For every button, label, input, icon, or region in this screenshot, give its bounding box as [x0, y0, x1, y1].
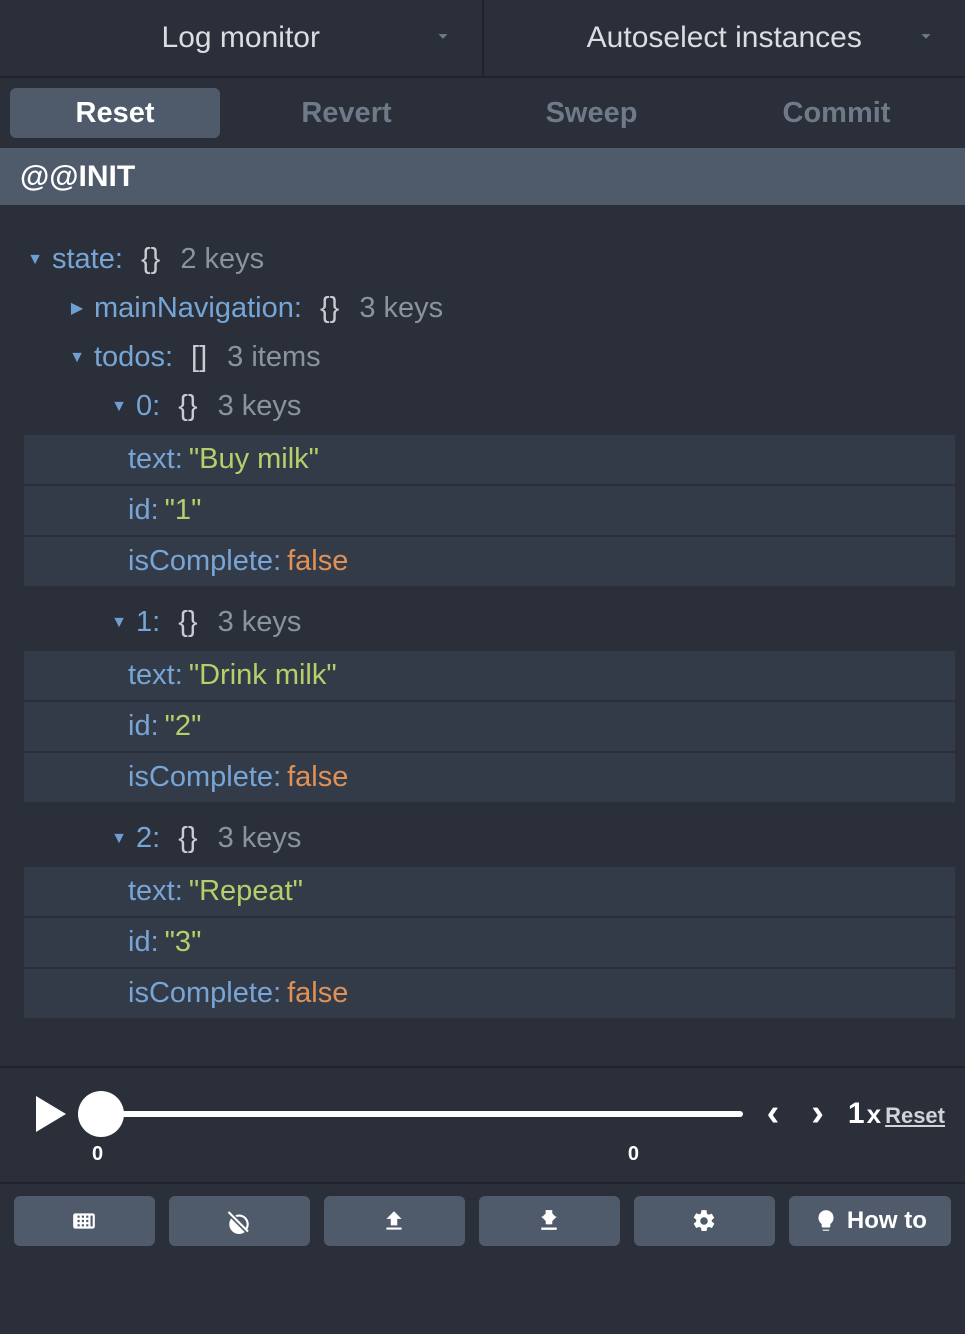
tree-node-todo-item[interactable]: 0:{}3 keys [24, 382, 955, 431]
upload-icon [381, 1208, 407, 1234]
tree-value: false [287, 537, 348, 586]
tree-brace: {} [178, 814, 197, 863]
tree-brace: {} [320, 284, 339, 333]
tree-leaf[interactable]: text: "Drink milk" [24, 651, 955, 700]
tree-leaf[interactable]: id: "2" [24, 702, 955, 751]
timer-off-button[interactable] [169, 1196, 310, 1246]
expand-icon[interactable] [108, 598, 130, 647]
tree-key: 2 [136, 814, 152, 863]
tree-value: "3" [165, 918, 202, 967]
bottom-toolbar: How to [0, 1182, 965, 1258]
tree-key: todos [94, 333, 165, 382]
tree-leaf[interactable]: text: "Repeat" [24, 867, 955, 916]
tree-leaf[interactable]: isComplete: false [24, 969, 955, 1018]
playback-speed[interactable]: 1 x Reset [848, 1097, 945, 1131]
instance-select-label: Autoselect instances [587, 21, 862, 55]
tree-meta: 3 items [227, 333, 320, 382]
commit-button[interactable]: Commit [714, 88, 959, 138]
reset-button[interactable]: Reset [10, 88, 220, 138]
settings-button[interactable] [634, 1196, 775, 1246]
tree-key: text [128, 435, 175, 484]
download-button[interactable] [479, 1196, 620, 1246]
chevron-down-icon [915, 21, 937, 55]
tree-leaf[interactable]: id: "1" [24, 486, 955, 535]
tree-node-todos[interactable]: todos: [] 3 items [24, 333, 955, 382]
sweep-button[interactable]: Sweep [469, 88, 714, 138]
tree-brace: {} [178, 382, 197, 431]
speed-unit: x [867, 1099, 881, 1130]
timeline: ‹ › 1 x Reset [0, 1066, 965, 1139]
expand-icon[interactable] [24, 235, 46, 284]
tree-key: text [128, 867, 175, 916]
tree-meta: 3 keys [218, 598, 302, 647]
action-title[interactable]: @@INIT [0, 148, 965, 205]
play-icon[interactable] [36, 1096, 66, 1132]
upload-button[interactable] [324, 1196, 465, 1246]
tree-key: state [52, 235, 115, 284]
tree-key: text [128, 651, 175, 700]
tree-value: "Drink milk" [189, 651, 337, 700]
tree-key: 0 [136, 382, 152, 431]
chevron-down-icon [432, 21, 454, 55]
expand-icon[interactable] [108, 382, 130, 431]
gear-icon [691, 1208, 717, 1234]
log-monitor-select[interactable]: Log monitor [0, 0, 482, 76]
tree-key: id [128, 918, 151, 967]
tree-meta: 2 keys [180, 235, 264, 284]
tree-key: isComplete [128, 537, 273, 586]
tree-key: isComplete [128, 753, 273, 802]
action-row: Reset Revert Sweep Commit [0, 82, 965, 144]
revert-button[interactable]: Revert [224, 88, 469, 138]
log-monitor-label: Log monitor [162, 21, 320, 55]
slider-start-label: 0 [92, 1143, 103, 1166]
tree-key: 1 [136, 598, 152, 647]
keyboard-icon [71, 1208, 97, 1234]
tree-key: mainNavigation [94, 284, 294, 333]
tree-brace: [] [191, 333, 207, 382]
tree-leaf[interactable]: id: "3" [24, 918, 955, 967]
timer-off-icon [226, 1208, 252, 1234]
tree-leaf[interactable]: isComplete: false [24, 753, 955, 802]
tree-meta: 3 keys [218, 382, 302, 431]
expand-icon[interactable] [108, 814, 130, 863]
tree-node-todo-item[interactable]: 1:{}3 keys [24, 598, 955, 647]
prev-action-button[interactable]: ‹ [759, 1092, 788, 1135]
expand-icon[interactable] [66, 333, 88, 382]
speed-reset-link[interactable]: Reset [885, 1103, 945, 1129]
slider-track [82, 1111, 743, 1117]
download-icon [536, 1208, 562, 1234]
slider-labels: 0 0 [0, 1143, 965, 1166]
timeline-slider[interactable] [82, 1094, 743, 1134]
howto-button[interactable]: How to [789, 1196, 951, 1246]
tree-meta: 3 keys [218, 814, 302, 863]
tree-key: isComplete [128, 969, 273, 1018]
tree-meta: 3 keys [359, 284, 443, 333]
tree-value: "2" [165, 702, 202, 751]
speed-value: 1 [848, 1097, 865, 1131]
tree-value: "1" [165, 486, 202, 535]
tree-value: false [287, 969, 348, 1018]
next-action-button[interactable]: › [803, 1092, 832, 1135]
tree-value: "Repeat" [189, 867, 303, 916]
instance-select[interactable]: Autoselect instances [482, 0, 965, 76]
tree-key: id [128, 702, 151, 751]
tree-leaf[interactable]: isComplete: false [24, 537, 955, 586]
tree-node-todo-item[interactable]: 2:{}3 keys [24, 814, 955, 863]
state-tree: state: {} 2 keys mainNavigation: {} 3 ke… [0, 205, 965, 1060]
slider-end-label: 0 [628, 1143, 639, 1166]
howto-label: How to [847, 1207, 927, 1235]
bulb-icon [813, 1208, 839, 1234]
tree-brace: {} [141, 235, 160, 284]
slider-thumb[interactable] [78, 1091, 124, 1137]
tree-node-mainnavigation[interactable]: mainNavigation: {} 3 keys [24, 284, 955, 333]
tree-node-state[interactable]: state: {} 2 keys [24, 235, 955, 284]
tree-key: id [128, 486, 151, 535]
tree-leaf[interactable]: text: "Buy milk" [24, 435, 955, 484]
expand-icon[interactable] [66, 284, 88, 333]
tree-brace: {} [178, 598, 197, 647]
tree-value: false [287, 753, 348, 802]
keyboard-button[interactable] [14, 1196, 155, 1246]
tree-value: "Buy milk" [189, 435, 319, 484]
